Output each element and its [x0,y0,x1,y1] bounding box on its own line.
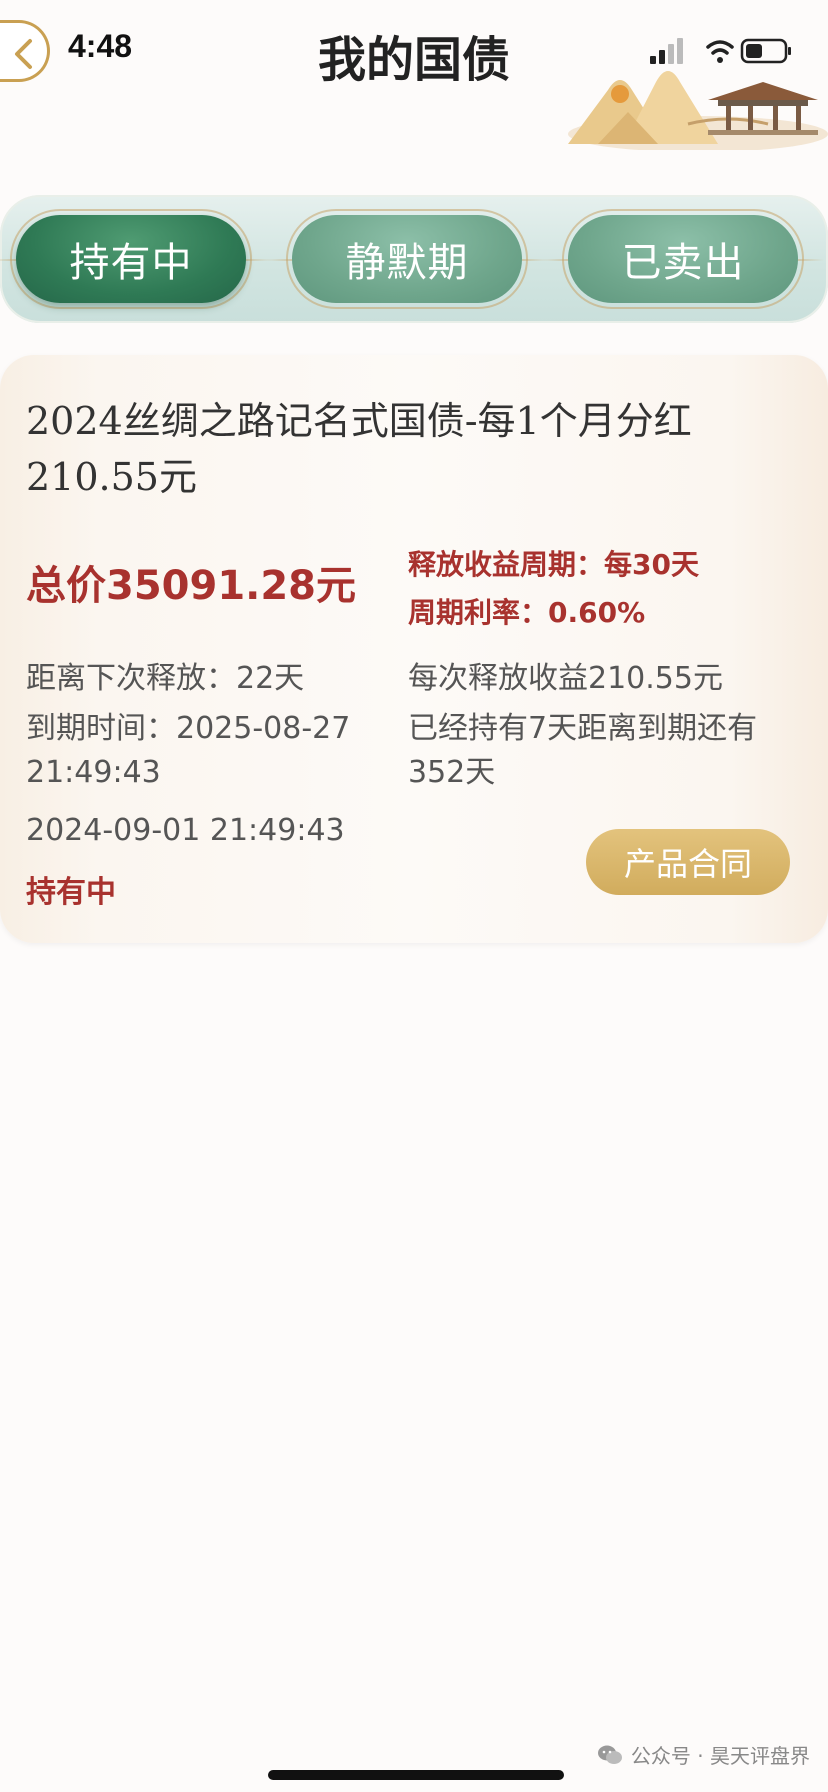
watermark-text: 公众号 · 昊天评盘界 [630,1744,810,1768]
tab-silent-period-label: 静默期 [345,240,469,286]
mountain-pavilion-decoration [568,71,828,150]
release-cycle: 释放收益周期：每30天 [408,548,699,581]
product-contract-button[interactable]: 产品合同 [586,829,790,895]
bond-card[interactable]: 2024丝绸之路记名式国债-每1个月分红210.55元 总价35091.28元 … [0,355,828,943]
tab-bar: 持有中 静默期 已卖出 [0,195,828,323]
tab-holding[interactable]: 持有中 [0,209,272,309]
next-release: 距离下次释放：22天 [26,661,305,696]
home-indicator[interactable] [268,1770,564,1780]
cycle-rate: 周期利率：0.60% [408,596,646,629]
per-release-income: 每次释放收益210.55元 [408,661,723,696]
bond-title: 2024丝绸之路记名式国债-每1个月分红210.55元 [26,399,692,499]
total-price: 总价35091.28元 [26,563,357,609]
watermark: 公众号 · 昊天评盘界 [597,1740,810,1769]
expire-time: 到期时间：2025-08-27 21:49:43 [26,711,351,790]
purchase-time: 2024-09-01 21:49:43 [26,813,345,848]
wechat-icon [597,1745,622,1764]
held-days-info: 已经持有7天距离到期还有352天 [408,711,758,790]
battery-icon [740,38,791,64]
status-badge: 持有中 [26,875,116,910]
tab-sold[interactable]: 已卖出 [542,209,824,309]
tab-sold-label: 已卖出 [621,240,745,286]
tab-holding-label: 持有中 [69,240,193,286]
tab-silent-period[interactable]: 静默期 [266,209,548,309]
header: 4:48 我的国债 [0,0,828,150]
